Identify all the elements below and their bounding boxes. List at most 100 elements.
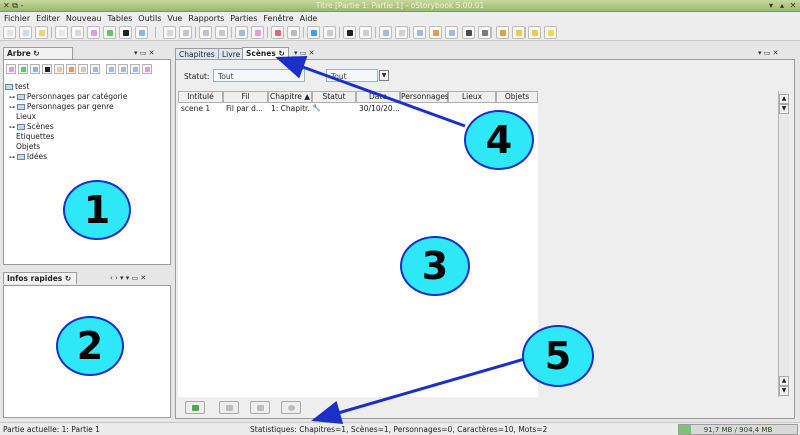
table-column-header[interactable]: Personnages bbox=[400, 91, 449, 103]
toolbar-button[interactable] bbox=[103, 26, 116, 39]
toolbar-button[interactable] bbox=[429, 26, 442, 39]
toolbar-button[interactable] bbox=[395, 26, 408, 39]
toolbar-button[interactable] bbox=[307, 26, 320, 39]
toolbar-button[interactable] bbox=[271, 26, 284, 39]
toolbar-button[interactable] bbox=[199, 26, 212, 39]
tree-filter-button[interactable] bbox=[54, 64, 64, 74]
tab-livre[interactable]: Livre bbox=[218, 48, 245, 59]
expand-icon[interactable]: ⊶ bbox=[9, 94, 17, 101]
status-filter-select[interactable]: Tout bbox=[213, 69, 305, 82]
toolbar-button[interactable] bbox=[496, 26, 509, 39]
table-column-header[interactable]: Chapitre ▲ bbox=[268, 91, 312, 103]
info-panel-nav-controls[interactable]: ‹ › ▾ ▾ ▭ ✕ bbox=[110, 274, 146, 282]
toolbar-button[interactable] bbox=[478, 26, 491, 39]
minimize-icon[interactable]: ▾ bbox=[766, 1, 776, 10]
scroll-up-icon[interactable]: ▲ bbox=[779, 376, 789, 386]
table-column-header[interactable]: Fil bbox=[223, 91, 268, 103]
tree-filter-button[interactable] bbox=[130, 64, 140, 74]
menu-parties[interactable]: Parties bbox=[227, 12, 260, 23]
table-cell[interactable]: 1: Chapitr... bbox=[271, 104, 311, 114]
tab-refresh-icon[interactable]: ↻ bbox=[278, 49, 284, 58]
table-cell[interactable] bbox=[403, 104, 447, 114]
toolbar-button[interactable] bbox=[323, 26, 336, 39]
scroll-up-icon[interactable]: ▲ bbox=[779, 94, 789, 104]
tree-item[interactable]: Etiquettes bbox=[5, 132, 127, 142]
copy-scene-button[interactable] bbox=[250, 401, 270, 414]
edit-scene-button[interactable] bbox=[219, 401, 239, 414]
toolbar-button[interactable] bbox=[119, 26, 132, 39]
tab-scenes[interactable]: Scènes ↻ bbox=[242, 47, 289, 59]
doc-window-controls[interactable]: ▾ ▭ ✕ bbox=[758, 49, 778, 57]
toolbar-button[interactable] bbox=[462, 26, 475, 39]
maximize-icon[interactable]: ▴ bbox=[777, 1, 787, 10]
tree-item[interactable]: Lieux bbox=[5, 112, 127, 122]
toolbar-button[interactable] bbox=[135, 26, 148, 39]
tree-filter-button[interactable] bbox=[42, 64, 52, 74]
toolbar-button[interactable] bbox=[55, 26, 68, 39]
toolbar-button[interactable] bbox=[179, 26, 192, 39]
info-panel-tab[interactable]: Infos rapides ↻ bbox=[3, 272, 77, 284]
tree-item[interactable]: ⊶ Personnages par catégorie bbox=[5, 92, 127, 102]
menu-fenetre[interactable]: Fenêtre bbox=[260, 12, 296, 23]
new-scene-button[interactable] bbox=[185, 401, 205, 414]
refresh-icon[interactable]: ↻ bbox=[33, 49, 39, 58]
toolbar-button[interactable] bbox=[359, 26, 372, 39]
toolbar-button[interactable] bbox=[528, 26, 541, 39]
memory-gauge[interactable]: 91,7 MB / 904,4 MB bbox=[678, 424, 798, 435]
tree-filter-button[interactable] bbox=[66, 64, 76, 74]
menu-vue[interactable]: Vue bbox=[164, 12, 185, 23]
toolbar-button[interactable] bbox=[413, 26, 426, 39]
expand-icon[interactable]: ⊶ bbox=[9, 104, 17, 111]
table-column-header[interactable]: Objets bbox=[496, 91, 538, 103]
table-cell[interactable] bbox=[315, 104, 355, 114]
tree-filter-button[interactable] bbox=[18, 64, 28, 74]
tree-filter-button[interactable] bbox=[78, 64, 88, 74]
close-icon[interactable]: ✕ bbox=[788, 1, 798, 10]
scroll-down-icon[interactable]: ▼ bbox=[779, 386, 789, 396]
chevron-down-icon[interactable]: ▼ bbox=[379, 70, 389, 81]
tree-filter-button[interactable] bbox=[106, 64, 116, 74]
table-scrollbar[interactable]: ▲ ▼ ▲ ▼ bbox=[778, 91, 789, 397]
table-cell[interactable]: 30/10/20... bbox=[359, 104, 399, 114]
expand-icon[interactable]: ⊶ bbox=[9, 124, 17, 131]
toolbar-button[interactable] bbox=[512, 26, 525, 39]
tree-filter-button[interactable] bbox=[30, 64, 40, 74]
toolbar-button[interactable] bbox=[251, 26, 264, 39]
table-cell[interactable]: Fil par d... bbox=[226, 104, 267, 114]
table-column-header[interactable]: Statut bbox=[312, 91, 356, 103]
tab-chapitres[interactable]: Chapitres bbox=[175, 48, 219, 59]
menu-rapports[interactable]: Rapports bbox=[185, 12, 227, 23]
toolbar-button[interactable] bbox=[19, 26, 32, 39]
toolbar-button[interactable] bbox=[379, 26, 392, 39]
tree-panel-tab[interactable]: Arbre ↻ bbox=[3, 47, 73, 59]
toolbar-button[interactable] bbox=[235, 26, 248, 39]
toolbar-button[interactable] bbox=[445, 26, 458, 39]
tree-filter-button[interactable] bbox=[6, 64, 16, 74]
table-cell[interactable]: scene 1 bbox=[181, 104, 222, 114]
tree-item[interactable]: ⊶ Scènes bbox=[5, 122, 127, 132]
menu-nouveau[interactable]: Nouveau bbox=[63, 12, 105, 23]
tree-panel-controls[interactable]: ▾ ▭ ✕ bbox=[134, 49, 154, 57]
toolbar-button[interactable] bbox=[343, 26, 356, 39]
tree-item[interactable]: test bbox=[5, 82, 127, 92]
menu-tables[interactable]: Tables bbox=[104, 12, 135, 23]
tree-item[interactable]: Objets bbox=[5, 142, 127, 152]
toolbar-button[interactable] bbox=[544, 26, 557, 39]
table-column-header[interactable]: Intitulé bbox=[178, 91, 223, 103]
toolbar-button[interactable] bbox=[287, 26, 300, 39]
toolbar-button[interactable] bbox=[35, 26, 48, 39]
toolbar-button[interactable] bbox=[87, 26, 100, 39]
menu-fichier[interactable]: Fichier bbox=[0, 12, 33, 23]
menu-editer[interactable]: Editer bbox=[33, 12, 63, 23]
scroll-up-icon[interactable]: ▼ bbox=[779, 104, 789, 114]
tree-filter-button[interactable] bbox=[142, 64, 152, 74]
toolbar-button[interactable] bbox=[3, 26, 16, 39]
tab-controls[interactable]: ▾ ▭ ✕ bbox=[294, 49, 314, 57]
table-column-header[interactable]: Lieux bbox=[448, 91, 496, 103]
table-column-header[interactable]: Date bbox=[356, 91, 400, 103]
tree-item[interactable]: ⊶ Personnages par genre bbox=[5, 102, 127, 112]
refresh-icon[interactable]: ↻ bbox=[65, 274, 71, 283]
toolbar-button[interactable] bbox=[71, 26, 84, 39]
menu-aide[interactable]: Aide bbox=[297, 12, 321, 23]
tree-item[interactable]: ⊶ Idées bbox=[5, 152, 127, 162]
